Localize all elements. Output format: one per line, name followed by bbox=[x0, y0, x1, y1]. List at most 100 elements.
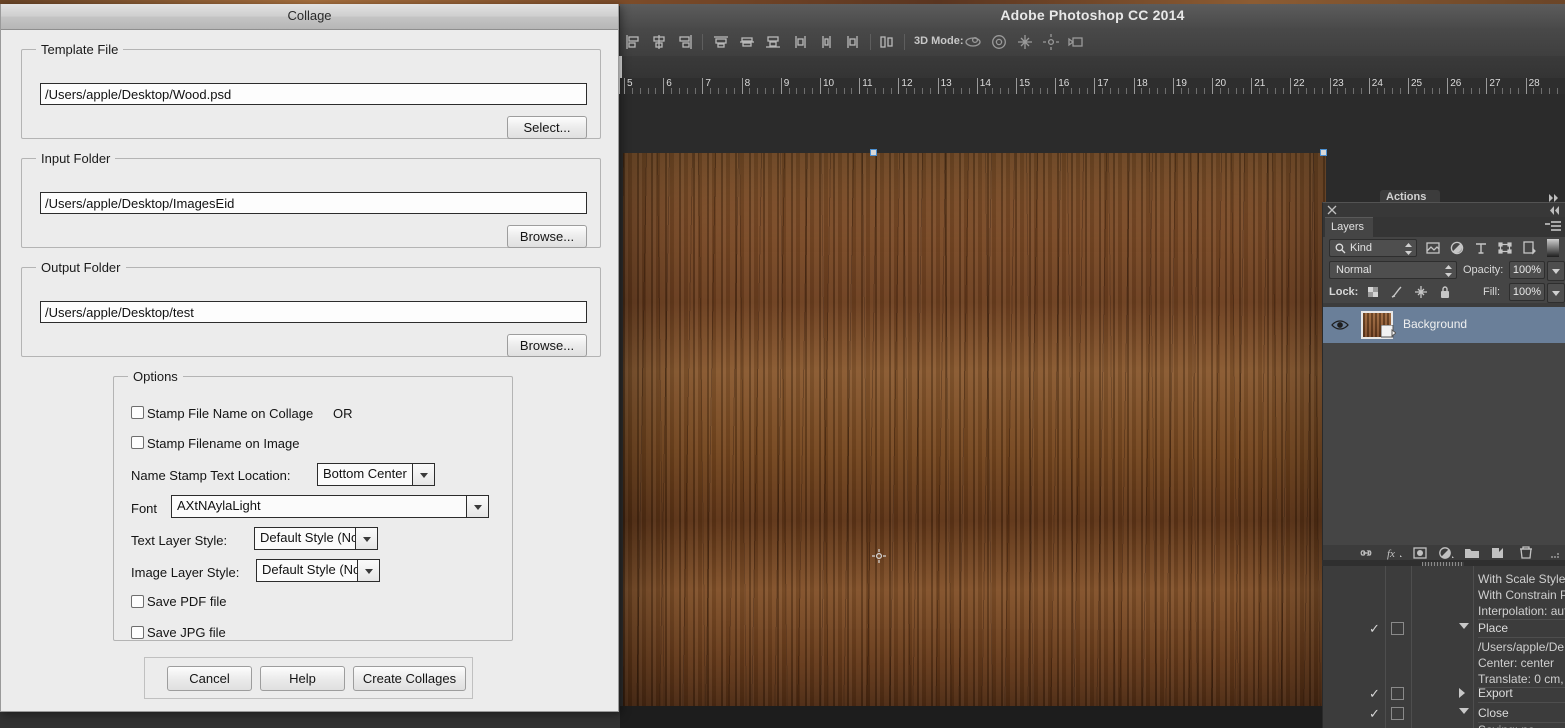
opacity-value[interactable]: 100% bbox=[1509, 261, 1545, 279]
pixel-layer-filter-icon[interactable] bbox=[1425, 240, 1441, 256]
fill-value[interactable]: 100% bbox=[1509, 283, 1545, 301]
tab-layers[interactable]: Layers bbox=[1325, 217, 1373, 238]
collage-dialog[interactable]: Collage Template File Select... Input Fo… bbox=[0, 4, 619, 712]
distribute-right-icon[interactable] bbox=[844, 33, 862, 51]
shape-layer-filter-icon[interactable] bbox=[1497, 240, 1513, 256]
lock-all-icon[interactable] bbox=[1437, 284, 1453, 300]
browse-input-folder-button[interactable]: Browse... bbox=[507, 225, 587, 248]
text-layer-style-select[interactable]: Default Style (None) bbox=[254, 527, 378, 550]
align-horizontal-centers-icon[interactable] bbox=[650, 33, 668, 51]
3d-slide-icon[interactable] bbox=[1042, 33, 1060, 51]
save-jpg-checkbox[interactable] bbox=[131, 626, 144, 639]
smart-object-filter-icon[interactable] bbox=[1521, 240, 1537, 256]
actions-row-close[interactable]: ✓ Close bbox=[1323, 704, 1565, 724]
layer-filter-row[interactable]: Kind bbox=[1323, 237, 1565, 259]
actions-row-place[interactable]: ✓ Place bbox=[1323, 619, 1565, 639]
font-select[interactable]: AXtNAylaLight bbox=[171, 495, 489, 518]
align-left-edges-icon[interactable] bbox=[624, 33, 642, 51]
opacity-dropdown-button[interactable] bbox=[1547, 261, 1565, 281]
action-enabled-check[interactable]: ✓ bbox=[1369, 621, 1380, 637]
dialog-title-bar[interactable]: Collage bbox=[1, 4, 618, 30]
layers-panel-footer[interactable]: fx bbox=[1323, 545, 1565, 561]
blend-mode-select[interactable]: Normal bbox=[1329, 261, 1457, 279]
photoshop-options-bar[interactable]: 3D Mode: bbox=[620, 28, 1565, 57]
lock-position-icon[interactable] bbox=[1413, 284, 1429, 300]
layer-name[interactable]: Background bbox=[1403, 317, 1467, 331]
fill-dropdown-button[interactable] bbox=[1547, 283, 1565, 303]
lock-image-pixels-icon[interactable] bbox=[1389, 284, 1405, 300]
save-pdf-checkbox[interactable] bbox=[131, 595, 144, 608]
distribute-center-icon[interactable] bbox=[818, 33, 836, 51]
action-dialog-toggle[interactable] bbox=[1391, 687, 1404, 700]
layer-row-background[interactable]: Background bbox=[1323, 307, 1565, 343]
ruler-major-tick bbox=[1055, 78, 1057, 94]
output-folder-legend: Output Folder bbox=[41, 260, 121, 275]
3d-roll-icon[interactable] bbox=[990, 33, 1008, 51]
type-layer-filter-icon[interactable] bbox=[1473, 240, 1489, 256]
action-enabled-check[interactable]: ✓ bbox=[1369, 706, 1380, 722]
create-collages-button[interactable]: Create Collages bbox=[353, 666, 466, 691]
chevron-right-icon[interactable] bbox=[1459, 688, 1465, 698]
3d-camera-icon[interactable] bbox=[1068, 33, 1086, 51]
collapse-panel-icon[interactable] bbox=[1549, 206, 1561, 215]
blend-mode-row[interactable]: Normal Opacity: 100% bbox=[1323, 259, 1565, 281]
align-vertical-centers-icon[interactable] bbox=[738, 33, 756, 51]
lock-row[interactable]: Lock: Fill: 100% bbox=[1323, 281, 1565, 303]
add-layer-mask-icon[interactable] bbox=[1411, 545, 1429, 561]
action-enabled-check[interactable]: ✓ bbox=[1369, 686, 1380, 702]
action-dialog-toggle[interactable] bbox=[1391, 622, 1404, 635]
cancel-button[interactable]: Cancel bbox=[167, 666, 252, 691]
stamp-filename-on-image-checkbox[interactable] bbox=[131, 436, 144, 449]
align-top-edges-icon[interactable] bbox=[712, 33, 730, 51]
layer-style-fx-icon[interactable]: fx bbox=[1385, 545, 1403, 561]
chevron-down-icon[interactable] bbox=[412, 464, 434, 485]
distribute-left-icon[interactable] bbox=[792, 33, 810, 51]
browse-output-folder-button[interactable]: Browse... bbox=[507, 334, 587, 357]
horizontal-ruler[interactable]: 5 6 7 8 9 10 11 12 13 14 15 16 17 18 19 20 21 22 23 24 25 26 2… bbox=[620, 78, 1565, 95]
3d-orbit-icon[interactable] bbox=[964, 33, 982, 51]
chevron-down-icon[interactable] bbox=[357, 560, 379, 581]
action-dialog-toggle[interactable] bbox=[1391, 707, 1404, 720]
select-template-button[interactable]: Select... bbox=[507, 116, 587, 139]
template-file-input[interactable] bbox=[40, 83, 587, 105]
3d-pan-icon[interactable] bbox=[1016, 33, 1034, 51]
delete-layer-icon[interactable] bbox=[1517, 545, 1535, 561]
output-folder-input[interactable] bbox=[40, 301, 587, 323]
adjustment-layer-filter-icon[interactable] bbox=[1449, 240, 1465, 256]
new-group-icon[interactable] bbox=[1463, 545, 1481, 561]
actions-panel[interactable]: With Scale Styles With Constrain Pr Inte… bbox=[1322, 566, 1565, 728]
new-adjustment-layer-icon[interactable] bbox=[1437, 545, 1455, 561]
chevron-down-icon[interactable] bbox=[1459, 708, 1469, 714]
stepper-icon[interactable] bbox=[1445, 265, 1452, 277]
wood-texture-document[interactable] bbox=[623, 153, 1326, 728]
stamp-file-name-on-collage-checkbox[interactable] bbox=[131, 406, 144, 419]
align-bottom-edges-icon[interactable] bbox=[764, 33, 782, 51]
distribute-spacing-icon[interactable] bbox=[878, 33, 896, 51]
close-icon[interactable] bbox=[1327, 205, 1337, 215]
chevron-down-icon[interactable] bbox=[466, 496, 488, 517]
image-layer-style-select[interactable]: Default Style (None) bbox=[256, 559, 380, 582]
transform-handle-top[interactable] bbox=[870, 149, 877, 156]
resize-grip-icon[interactable] bbox=[1543, 545, 1561, 561]
actions-row-export[interactable]: ✓ Export bbox=[1323, 684, 1565, 704]
transform-handle-top-right[interactable] bbox=[1320, 149, 1327, 156]
align-right-edges-icon[interactable] bbox=[676, 33, 694, 51]
filter-toggle-switch[interactable] bbox=[1547, 239, 1559, 257]
stepper-icon[interactable] bbox=[1405, 243, 1412, 255]
new-layer-icon[interactable] bbox=[1489, 545, 1507, 561]
input-folder-input[interactable] bbox=[40, 192, 587, 214]
name-stamp-location-select[interactable]: Bottom Center bbox=[317, 463, 435, 486]
photoshop-title-bar: Adobe Photoshop CC 2014 bbox=[620, 4, 1565, 29]
layers-panel[interactable]: Layers Kind Normal Opacity: 100% Lock: F… bbox=[1322, 202, 1565, 561]
link-layers-icon[interactable] bbox=[1357, 545, 1375, 561]
help-button[interactable]: Help bbox=[260, 666, 345, 691]
lock-transparent-pixels-icon[interactable] bbox=[1365, 284, 1381, 300]
layers-list-empty-area[interactable] bbox=[1323, 343, 1565, 545]
panel-menu-icon[interactable] bbox=[1545, 221, 1561, 233]
actions-sub-row[interactable]: Saving: no bbox=[1323, 723, 1565, 728]
chevron-down-icon[interactable] bbox=[355, 528, 377, 549]
layer-kind-filter[interactable]: Kind bbox=[1329, 239, 1417, 257]
layer-visibility-eye-icon[interactable] bbox=[1331, 317, 1349, 333]
panel-tab-row[interactable]: Layers bbox=[1323, 217, 1565, 238]
chevron-down-icon[interactable] bbox=[1459, 623, 1469, 629]
